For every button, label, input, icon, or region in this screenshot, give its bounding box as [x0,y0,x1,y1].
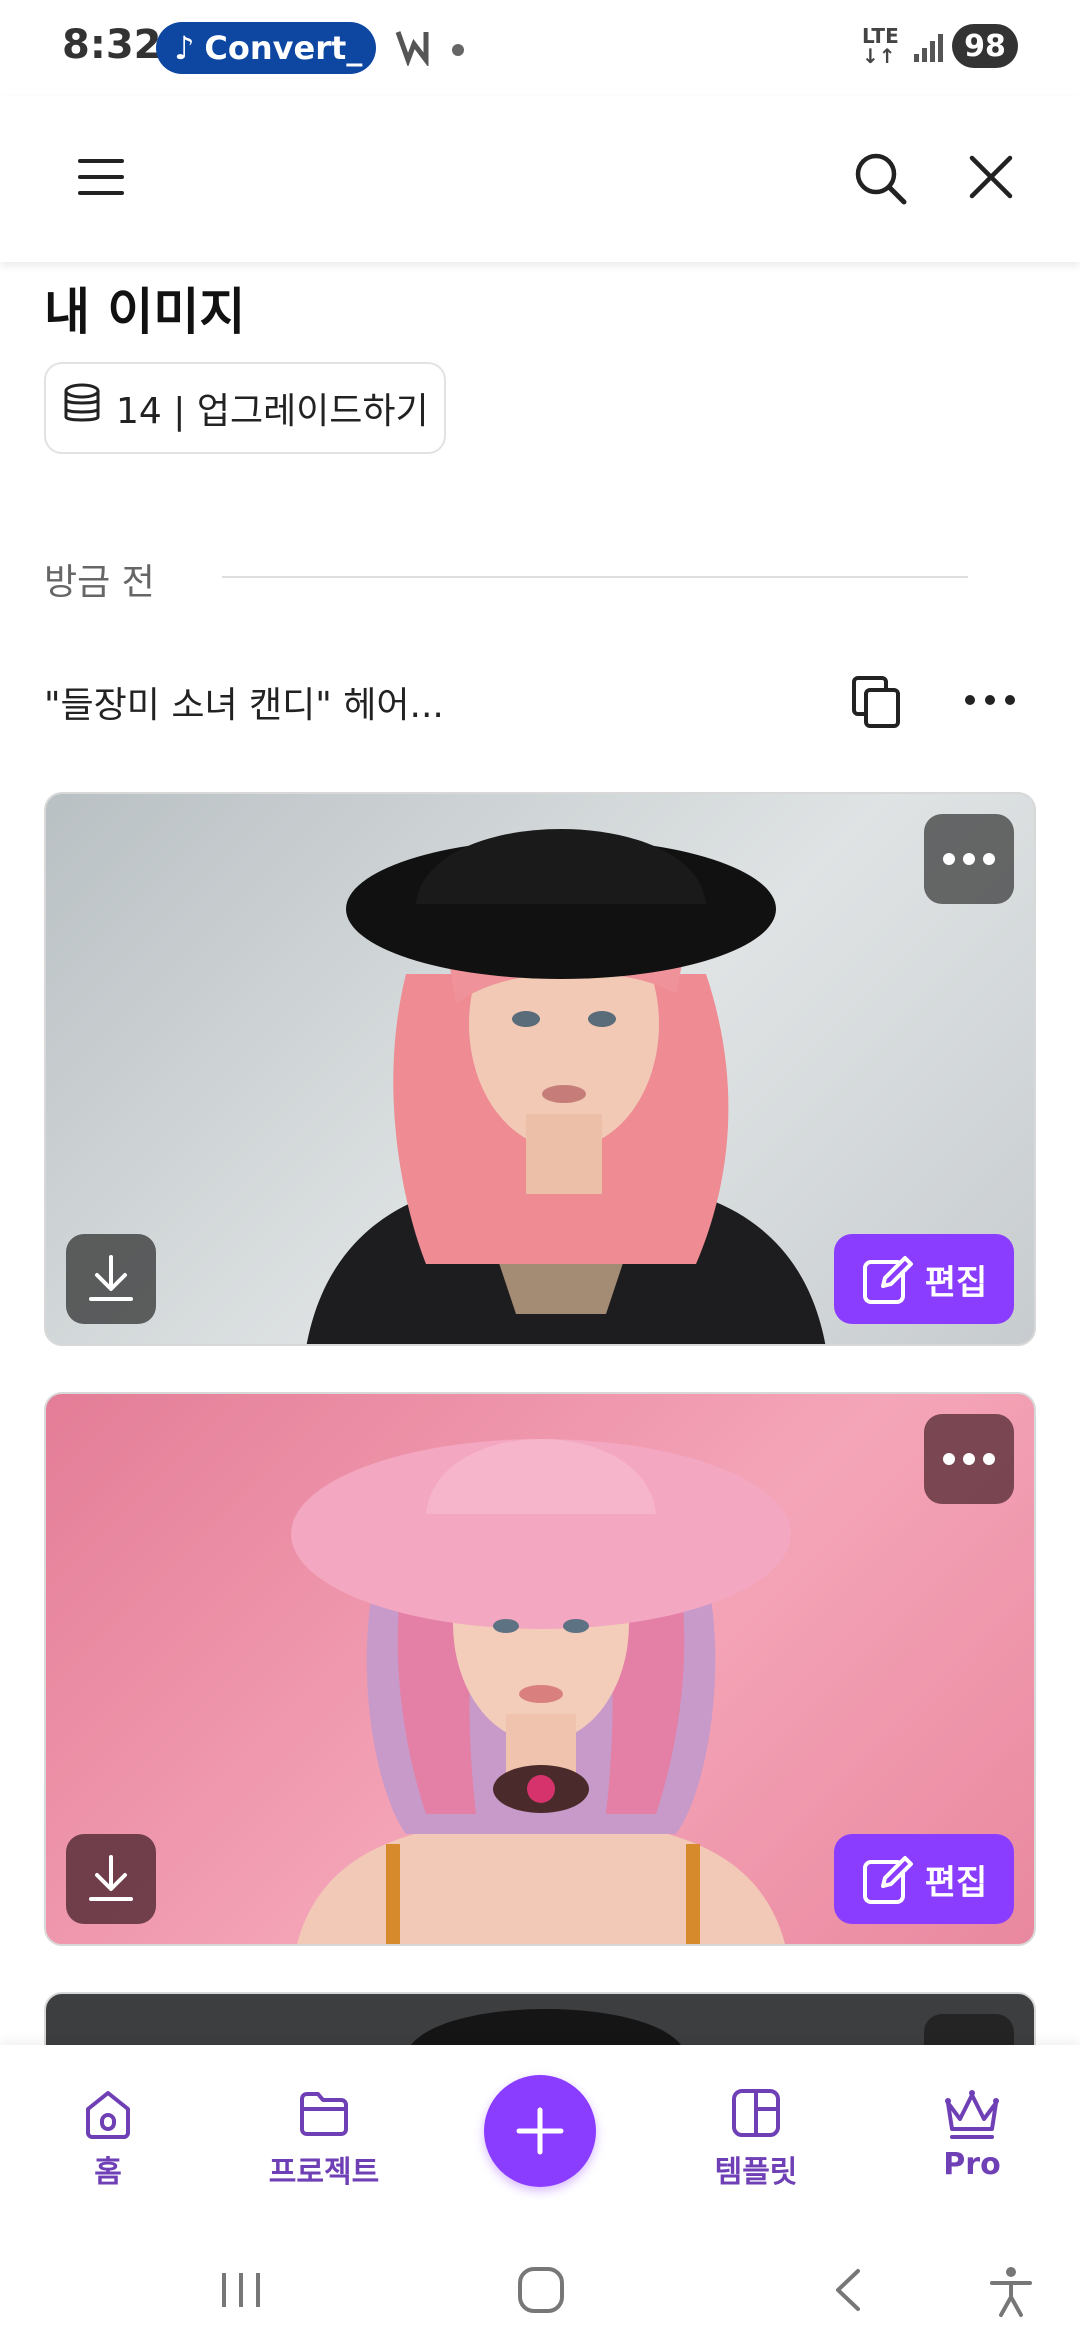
network-type: LTE ↓↑ [862,24,899,68]
close-icon[interactable] [956,142,1026,212]
edit-label: 편집 [924,1262,988,1303]
card-more-button[interactable] [924,1414,1014,1504]
nav-home-label: 홈 [94,2155,122,2190]
nav-pro[interactable]: Pro [892,2085,1052,2182]
nav-projects[interactable]: 프로젝트 [244,2085,404,2191]
nav-home[interactable]: 홈 [28,2085,188,2191]
edit-button[interactable]: 편집 [834,1834,1014,1924]
home-nav-icon[interactable] [516,2265,566,2319]
notification-dot [452,44,464,56]
app-bar [0,96,1080,262]
edit-icon [862,1256,913,1304]
upgrade-credits-button[interactable]: 14 | 업그레이드하기 [44,362,446,454]
recent-apps-icon[interactable] [216,2265,266,2319]
prompt-text[interactable]: "들장미 소녀 캔디" 헤어... [44,676,444,728]
signal-icon [912,30,946,68]
section-divider [222,576,968,578]
more-icon [943,1453,995,1465]
nav-pro-label: Pro [943,2147,1001,2182]
status-bar: 8:32 ♪ Convert_ LTE ↓↑ 98 [0,0,1080,96]
nav-templates[interactable]: 템플릿 [676,2085,836,2191]
copy-icon[interactable] [848,672,908,732]
notification-app-label: Convert_ [204,29,363,67]
edit-label: 편집 [924,1862,988,1903]
status-time: 8:32 [62,22,162,68]
notification-pill[interactable]: ♪ Convert_ [156,22,376,74]
bottom-navigation: 홈 프로젝트 템플릿 Pro [0,2045,1080,2245]
section-label: 방금 전 [44,562,155,603]
crown-icon [945,2090,999,2139]
generated-image-card[interactable]: 편집 [44,1392,1036,1946]
system-navigation-bar [0,2245,1080,2340]
more-options-icon[interactable] [960,680,1020,720]
nav-templates-label: 템플릿 [714,2155,798,2190]
plus-icon [516,2107,564,2155]
home-icon [86,2091,130,2139]
download-button[interactable] [66,1234,156,1324]
music-note-icon: ♪ [174,29,195,67]
download-icon [89,1255,133,1301]
more-icon [943,853,995,865]
credits-label: 14 | 업그레이드하기 [116,391,429,432]
page-title: 내 이미지 [44,283,246,341]
database-icon [60,382,104,435]
create-button[interactable] [484,2075,596,2187]
download-button[interactable] [66,1834,156,1924]
battery-indicator: 98 [952,24,1018,68]
download-icon [89,1855,133,1901]
card-more-button[interactable] [924,814,1014,904]
edit-button[interactable]: 편집 [834,1234,1014,1324]
folder-icon [300,2092,348,2136]
accessibility-icon[interactable] [986,2265,1036,2323]
nav-projects-label: 프로젝트 [268,2155,380,2190]
generated-image-card[interactable]: 편집 [44,792,1036,1346]
edit-icon [862,1856,913,1904]
template-icon [732,2089,780,2137]
back-icon[interactable] [824,2265,874,2319]
search-icon[interactable] [842,140,918,216]
vpn-icon [392,26,432,75]
menu-icon[interactable] [66,142,136,212]
